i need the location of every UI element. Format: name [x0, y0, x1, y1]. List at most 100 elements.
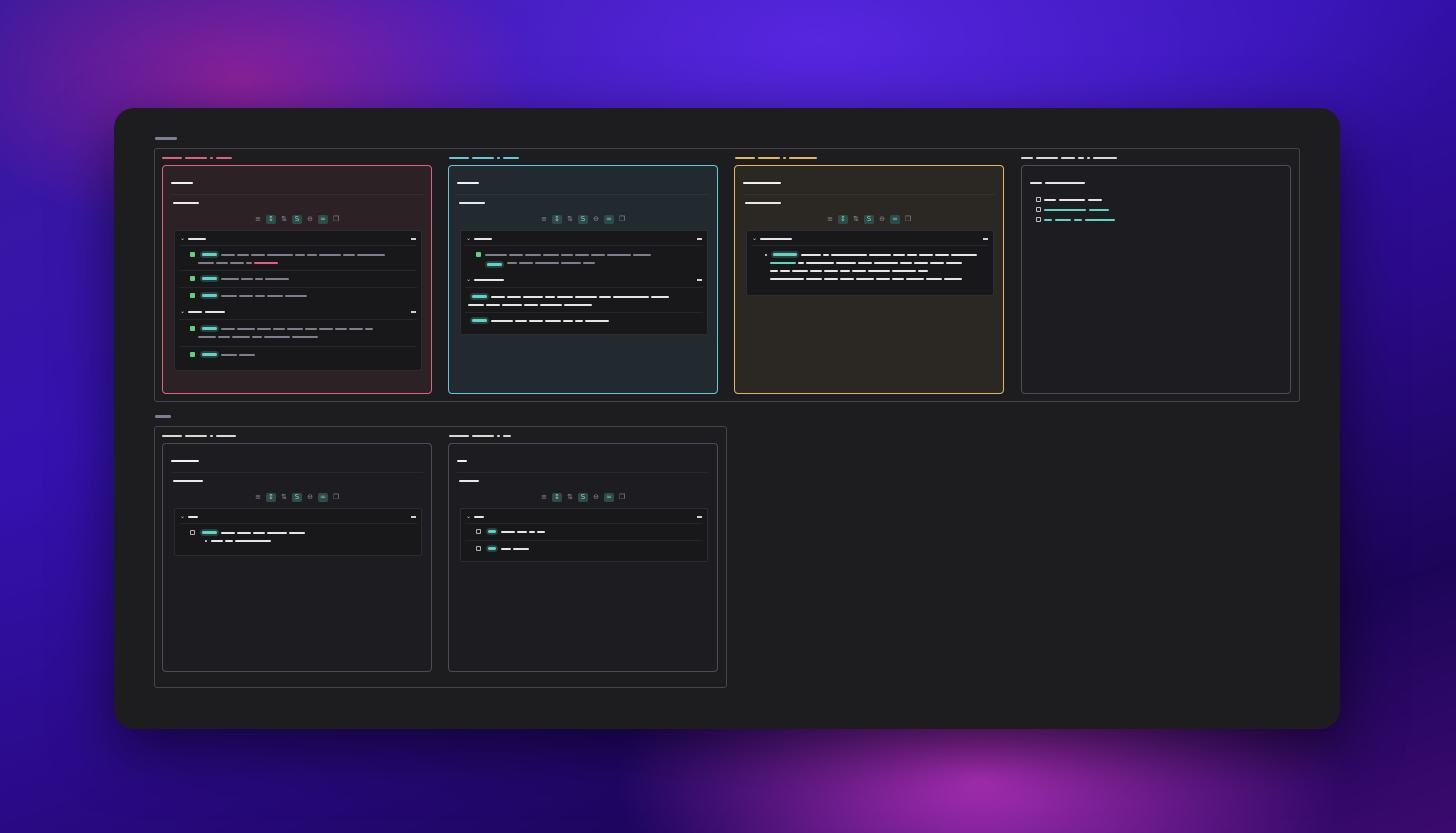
glasses-icon[interactable]: ∞ — [318, 493, 328, 502]
task-row[interactable] — [465, 540, 703, 557]
chevron-down-icon[interactable]: ⌄ — [180, 309, 185, 315]
checkbox[interactable] — [476, 546, 481, 551]
divider — [457, 194, 709, 195]
glasses-icon[interactable]: ∞ — [890, 215, 900, 224]
checklist-item[interactable] — [1036, 217, 1115, 222]
strikethrough-icon[interactable]: S — [292, 493, 302, 502]
card-title — [1030, 182, 1085, 184]
glasses-icon[interactable]: ∞ — [604, 215, 614, 224]
tag-pill[interactable] — [202, 253, 217, 256]
strikethrough-icon[interactable]: S — [578, 215, 588, 224]
task-row[interactable] — [179, 245, 417, 270]
chevron-down-icon[interactable]: ⌄ — [466, 277, 471, 283]
checkbox[interactable] — [476, 529, 481, 534]
sort-icon[interactable]: ⇅ — [565, 493, 575, 502]
list-icon[interactable]: ≡ — [539, 493, 549, 502]
strikethrough-icon[interactable]: S — [578, 493, 588, 502]
sort-icon[interactable]: ⇅ — [565, 215, 575, 224]
board-card[interactable]: ≡ ↕ ⇅ S ⊖ ∞ ❐ ⌄ — [162, 443, 432, 672]
note-row[interactable] — [465, 312, 703, 329]
task-row[interactable] — [465, 523, 703, 540]
chevron-down-icon[interactable]: ⌄ — [180, 514, 185, 520]
sort-icon[interactable]: ⇅ — [279, 493, 289, 502]
expand-vertical-icon[interactable]: ↕ — [266, 215, 276, 224]
copy-icon[interactable]: ❐ — [331, 215, 341, 224]
checkbox-checked[interactable] — [190, 252, 195, 257]
board-card[interactable]: ≡ ↕ ⇅ S ⊖ ∞ ❐ ⌄ — [734, 165, 1004, 394]
card-title — [457, 460, 467, 462]
collapse-icon[interactable] — [697, 238, 702, 240]
checkbox[interactable] — [1036, 207, 1041, 212]
checkbox-checked[interactable] — [190, 293, 195, 298]
minus-circle-icon[interactable]: ⊖ — [591, 493, 601, 502]
chevron-down-icon[interactable]: ⌄ — [180, 236, 185, 242]
minus-circle-icon[interactable]: ⊖ — [305, 215, 315, 224]
checklist-item[interactable] — [1036, 197, 1102, 202]
checkbox-checked[interactable] — [190, 326, 195, 331]
panel-header[interactable]: ⌄ — [752, 236, 792, 242]
minus-circle-icon[interactable]: ⊖ — [877, 215, 887, 224]
list-icon[interactable]: ≡ — [253, 215, 263, 224]
collapse-icon[interactable] — [411, 238, 416, 240]
board-card[interactable]: ≡ ↕ ⇅ S ⊖ ∞ ❐ ⌄ — [448, 165, 718, 394]
checkbox[interactable] — [1036, 197, 1041, 202]
chevron-down-icon[interactable]: ⌄ — [752, 236, 757, 242]
collapse-icon[interactable] — [697, 516, 702, 518]
task-row[interactable] — [465, 245, 703, 270]
checkbox-checked[interactable] — [190, 352, 195, 357]
copy-icon[interactable]: ❐ — [331, 493, 341, 502]
strikethrough-icon[interactable]: S — [292, 215, 302, 224]
expand-vertical-icon[interactable]: ↕ — [266, 493, 276, 502]
glasses-icon[interactable]: ∞ — [604, 493, 614, 502]
panel-header[interactable]: ⌄ — [466, 236, 492, 242]
note-row[interactable] — [465, 287, 703, 312]
collapse-icon[interactable] — [697, 279, 702, 281]
expand-vertical-icon[interactable]: ↕ — [552, 493, 562, 502]
list-icon[interactable]: ≡ — [253, 493, 263, 502]
copy-icon[interactable]: ❐ — [903, 215, 913, 224]
card-toolbar: ≡ ↕ ⇅ S ⊖ ∞ ❐ — [253, 215, 341, 224]
panel-subheader[interactable]: ⌄ — [180, 309, 225, 315]
checklist-item[interactable] — [1036, 207, 1109, 212]
panel-header[interactable]: ⌄ — [466, 514, 484, 520]
panel-header[interactable]: ⌄ — [180, 236, 206, 242]
board-card[interactable] — [1021, 165, 1291, 394]
expand-vertical-icon[interactable]: ↕ — [552, 215, 562, 224]
minus-circle-icon[interactable]: ⊖ — [305, 493, 315, 502]
sort-icon[interactable]: ⇅ — [279, 215, 289, 224]
card-toolbar: ≡ ↕ ⇅ S ⊖ ∞ ❐ — [825, 215, 913, 224]
task-row[interactable] — [179, 523, 417, 550]
task-row[interactable] — [179, 319, 417, 346]
sort-icon[interactable]: ⇅ — [851, 215, 861, 224]
task-row[interactable] — [179, 287, 417, 304]
note-row[interactable] — [751, 245, 989, 290]
board-group: ≡ ↕ ⇅ S ⊖ ∞ ❐ ⌄ — [154, 426, 727, 688]
task-panel: ⌄ — [174, 508, 422, 556]
collapse-icon[interactable] — [411, 311, 416, 313]
task-panel: ⌄ ⌄ — [460, 230, 708, 335]
panel-header[interactable]: ⌄ — [180, 514, 198, 520]
board-card[interactable]: ≡ ↕ ⇅ S ⊖ ∞ ❐ ⌄ — [448, 443, 718, 672]
chevron-down-icon[interactable]: ⌄ — [466, 236, 471, 242]
minus-circle-icon[interactable]: ⊖ — [591, 215, 601, 224]
app-window: ≡ ↕ ⇅ S ⊖ ∞ ❐ ⌄ — [114, 108, 1340, 729]
expand-vertical-icon[interactable]: ↕ — [838, 215, 848, 224]
checkbox-checked[interactable] — [476, 252, 481, 257]
checkbox[interactable] — [190, 530, 195, 535]
chevron-down-icon[interactable]: ⌄ — [466, 514, 471, 520]
list-icon[interactable]: ≡ — [539, 215, 549, 224]
checkbox[interactable] — [1036, 217, 1041, 222]
task-row[interactable] — [179, 270, 417, 287]
checkbox-checked[interactable] — [190, 276, 195, 281]
glasses-icon[interactable]: ∞ — [318, 215, 328, 224]
list-icon[interactable]: ≡ — [825, 215, 835, 224]
copy-icon[interactable]: ❐ — [617, 493, 627, 502]
copy-icon[interactable]: ❐ — [617, 215, 627, 224]
collapse-icon[interactable] — [983, 238, 988, 240]
collapse-icon[interactable] — [411, 516, 416, 518]
panel-subheader[interactable]: ⌄ — [466, 277, 504, 283]
task-row[interactable] — [179, 346, 417, 363]
card-title — [171, 460, 199, 462]
board-card[interactable]: ≡ ↕ ⇅ S ⊖ ∞ ❐ ⌄ — [162, 165, 432, 394]
strikethrough-icon[interactable]: S — [864, 215, 874, 224]
